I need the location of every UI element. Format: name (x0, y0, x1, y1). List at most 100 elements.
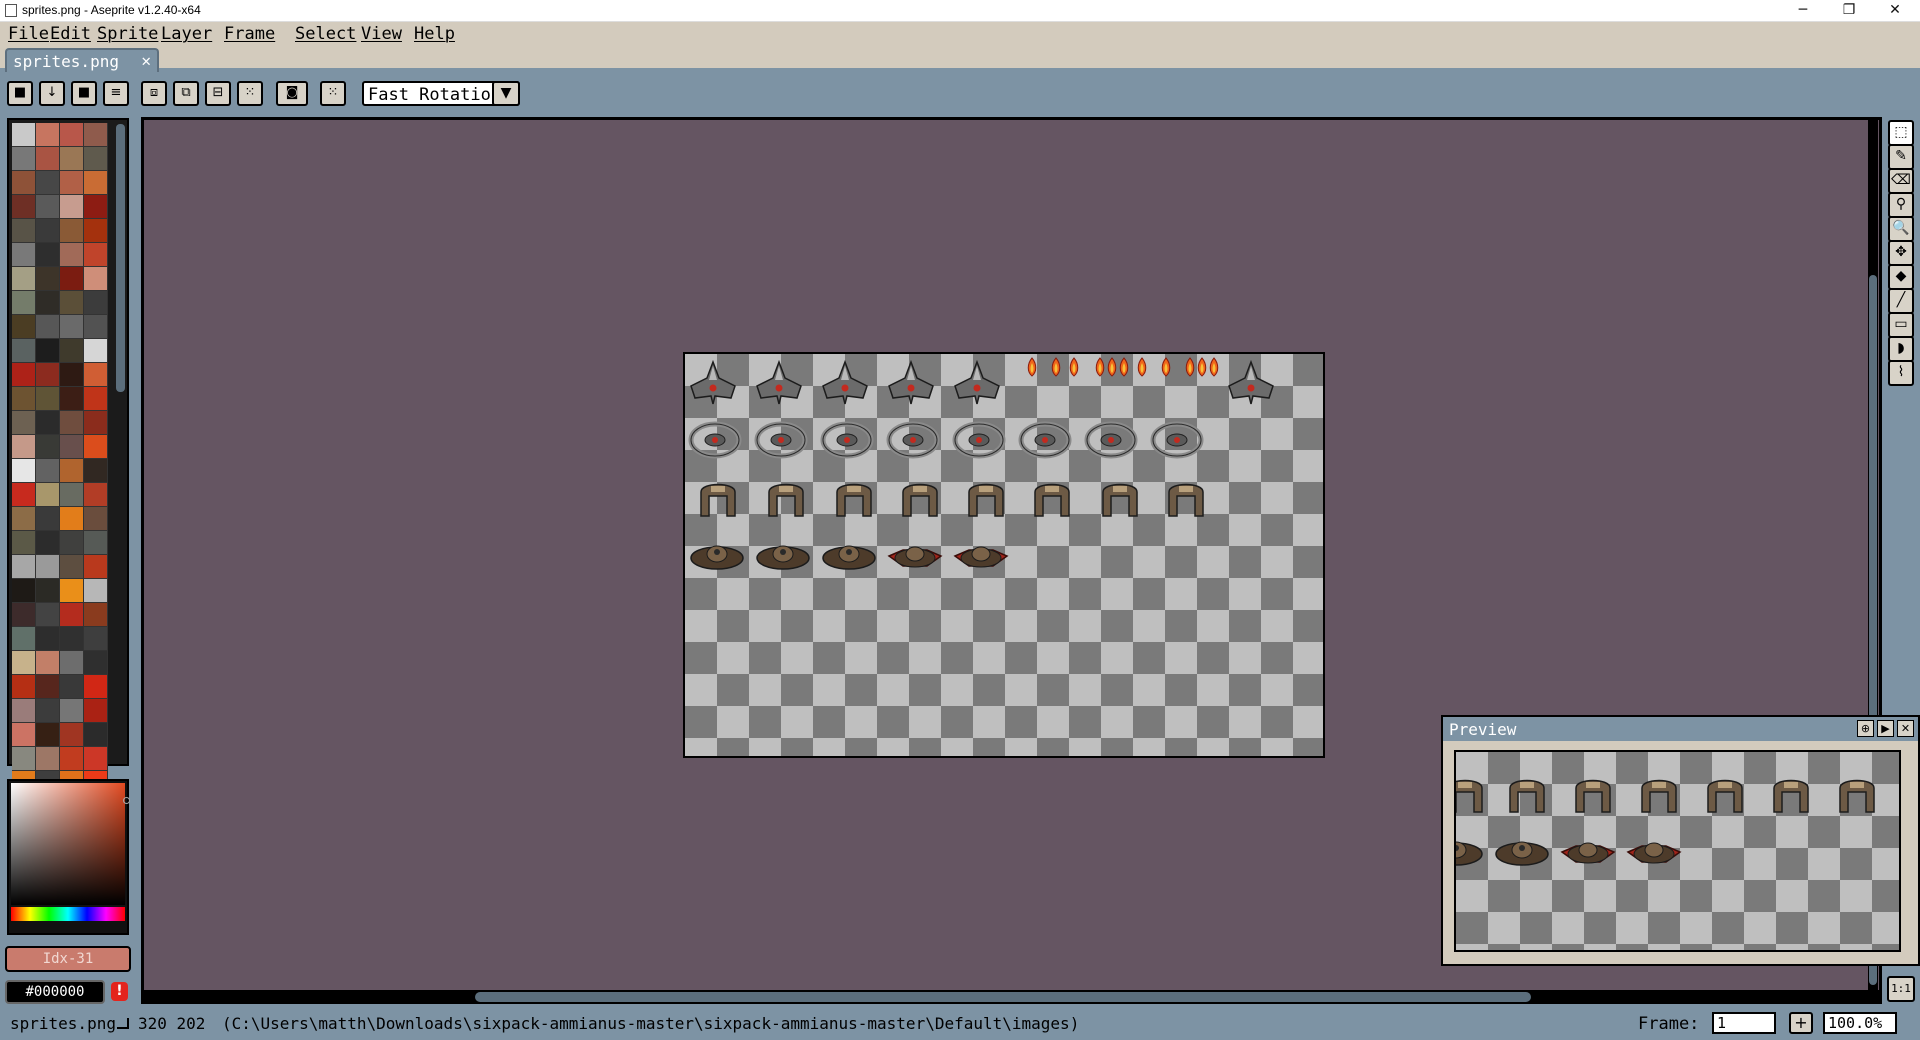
palette-swatch[interactable] (36, 363, 60, 387)
menu-view[interactable]: View (361, 24, 402, 44)
palette-swatch[interactable] (12, 699, 36, 723)
menu-help[interactable]: Help (414, 24, 455, 44)
selection-add-icon[interactable]: ⧉ (173, 81, 199, 106)
lock-icon[interactable]: ■ (7, 81, 33, 106)
palette-swatch[interactable] (12, 267, 36, 291)
palette-swatch[interactable] (84, 603, 108, 627)
transparent-color-icon[interactable]: ◙ (276, 81, 308, 106)
move-icon[interactable]: ✥ (1888, 240, 1914, 266)
palette-swatch[interactable] (60, 315, 84, 339)
palette-swatch[interactable] (36, 555, 60, 579)
palette-swatch[interactable] (12, 531, 36, 555)
palette-swatch[interactable] (36, 603, 60, 627)
move-down-icon[interactable]: ↓ (39, 81, 65, 106)
saturation-value-field[interactable] (11, 783, 125, 905)
zoom-reset-button[interactable]: 1:1 (1887, 976, 1915, 1002)
chevron-down-icon[interactable]: ▼ (492, 81, 520, 106)
palette-swatch[interactable] (60, 579, 84, 603)
palette-swatch[interactable] (60, 243, 84, 267)
pivot-icon[interactable]: ⁙ (320, 81, 346, 106)
palette-swatch[interactable] (36, 291, 60, 315)
menu-layer[interactable]: Layer (161, 24, 212, 44)
palette-swatch[interactable] (60, 627, 84, 651)
sprite-canvas[interactable] (683, 352, 1325, 758)
frame-input[interactable]: 1 (1712, 1012, 1776, 1034)
palette-swatch[interactable] (84, 267, 108, 291)
palette-swatch[interactable] (60, 555, 84, 579)
palette-swatch[interactable] (84, 555, 108, 579)
minimize-button[interactable]: ─ (1780, 0, 1826, 22)
palette-swatch[interactable] (12, 195, 36, 219)
menu-frame[interactable]: Frame (224, 24, 275, 44)
palette-swatch[interactable] (84, 243, 108, 267)
restore-button[interactable]: ❐ (1826, 0, 1872, 22)
palette-swatch[interactable] (36, 147, 60, 171)
palette-swatch[interactable] (84, 147, 108, 171)
eraser-icon[interactable]: ⌫ (1888, 168, 1914, 194)
palette-swatch[interactable] (12, 363, 36, 387)
horizontal-scrollbar-thumb[interactable] (475, 992, 1531, 1002)
tab-sprites[interactable]: sprites.png ✕ (5, 48, 159, 72)
add-frame-button[interactable]: + (1789, 1012, 1813, 1034)
line-icon[interactable]: ╱ (1888, 288, 1914, 314)
palette-swatch[interactable] (84, 291, 108, 315)
palette-swatch[interactable] (60, 171, 84, 195)
palette-swatch[interactable] (84, 315, 108, 339)
preview-close-icon[interactable]: ✕ (1897, 720, 1914, 737)
palette-swatch[interactable] (12, 675, 36, 699)
palette-swatch[interactable] (12, 339, 36, 363)
rectangle-icon[interactable]: ▭ (1888, 312, 1914, 338)
paint-bucket-icon[interactable]: ◆ (1888, 264, 1914, 290)
palette-swatch[interactable] (12, 507, 36, 531)
palette-swatch[interactable] (12, 747, 36, 771)
palette-swatch[interactable] (84, 219, 108, 243)
selection-subtract-icon[interactable]: ⊟ (205, 81, 231, 106)
palette-swatch[interactable] (12, 483, 36, 507)
palette-swatch[interactable] (60, 411, 84, 435)
contour-icon[interactable]: ◗ (1888, 336, 1914, 362)
palette-swatch[interactable] (84, 123, 108, 147)
palette-scrollbar[interactable] (116, 124, 125, 392)
palette-swatch[interactable] (12, 219, 36, 243)
palette-swatch[interactable] (60, 363, 84, 387)
rectangular-marquee-icon[interactable]: ⬚ (1888, 120, 1914, 146)
hue-slider[interactable] (11, 907, 125, 921)
palette-swatch[interactable] (36, 195, 60, 219)
stop-icon[interactable]: ■ (71, 81, 97, 106)
palette-swatch[interactable] (60, 675, 84, 699)
palette-swatch[interactable] (36, 651, 60, 675)
palette-swatch[interactable] (84, 651, 108, 675)
palette-swatch[interactable] (60, 435, 84, 459)
palette-swatch[interactable] (12, 723, 36, 747)
palette-swatch[interactable] (12, 243, 36, 267)
palette-swatch[interactable] (84, 459, 108, 483)
palette-swatch[interactable] (12, 387, 36, 411)
palette-swatch[interactable] (36, 171, 60, 195)
palette-swatch[interactable] (36, 483, 60, 507)
zoom-input[interactable]: 100.0% (1823, 1012, 1897, 1034)
palette-swatch[interactable] (84, 171, 108, 195)
palette-swatch[interactable] (36, 123, 60, 147)
preview-play-icon[interactable]: ▶ (1877, 720, 1894, 737)
palette-swatch[interactable] (36, 507, 60, 531)
palette-swatch[interactable] (60, 195, 84, 219)
palette-swatch[interactable] (84, 435, 108, 459)
selection-intersect-icon[interactable]: ⁙ (237, 81, 263, 106)
palette-swatch[interactable] (36, 747, 60, 771)
palette-swatch[interactable] (84, 531, 108, 555)
menu-select[interactable]: Select (295, 24, 356, 44)
palette-swatch[interactable] (84, 363, 108, 387)
palette-swatch[interactable] (12, 459, 36, 483)
menu-edit[interactable]: Edit (50, 24, 91, 44)
palette-swatch[interactable] (12, 651, 36, 675)
sv-handle[interactable] (123, 797, 130, 804)
palette-swatch[interactable] (60, 339, 84, 363)
rotation-algorithm-select[interactable]: Fast Rotation ▼ (362, 81, 520, 106)
palette-swatch[interactable] (60, 147, 84, 171)
close-button[interactable]: ✕ (1872, 0, 1918, 22)
preview-center-icon[interactable]: ⊕ (1857, 720, 1874, 737)
menu-file[interactable]: File (8, 24, 49, 44)
palette-swatch[interactable] (12, 291, 36, 315)
pencil-icon[interactable]: ✎ (1888, 144, 1914, 170)
palette-swatch[interactable] (60, 267, 84, 291)
